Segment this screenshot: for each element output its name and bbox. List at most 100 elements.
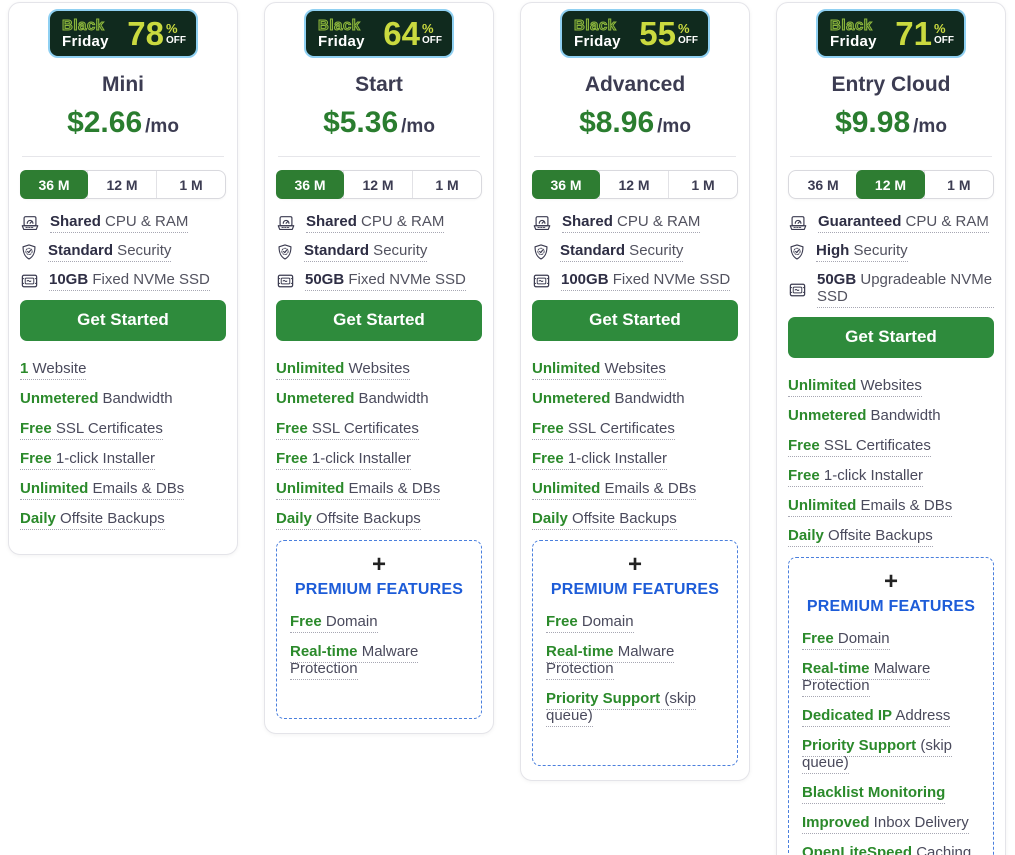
spec-text[interactable]: High Security bbox=[816, 242, 908, 262]
plan-name: Start bbox=[276, 73, 482, 97]
price-period: /mo bbox=[657, 116, 691, 137]
pricing-cards-row: Black Friday 78 % OFF Mini $2.66/mo 36 M… bbox=[0, 0, 1015, 855]
premium-feature-item: Free Domain bbox=[802, 630, 983, 647]
discount-percent-value: 71 bbox=[895, 17, 932, 50]
spec-text[interactable]: Standard Security bbox=[48, 242, 171, 262]
billing-term-selector: 36 M 12 M 1 M bbox=[276, 170, 482, 199]
spec-item: Shared CPU & RAM bbox=[276, 213, 482, 233]
term-12m-button[interactable]: 12 M bbox=[599, 171, 668, 198]
term-12m-button[interactable]: 12 M bbox=[87, 171, 156, 198]
term-36m-button[interactable]: 36 M bbox=[532, 170, 600, 199]
spec-text[interactable]: Standard Security bbox=[304, 242, 427, 262]
price-period: /mo bbox=[401, 116, 435, 137]
plan-price: $2.66/mo bbox=[20, 106, 226, 140]
price-amount: $2.66 bbox=[67, 106, 142, 139]
get-started-button[interactable]: Get Started bbox=[532, 300, 738, 341]
spec-text[interactable]: Standard Security bbox=[560, 242, 683, 262]
get-started-button[interactable]: Get Started bbox=[20, 300, 226, 341]
cpu-ram-icon bbox=[532, 215, 552, 232]
off-label: OFF bbox=[166, 36, 186, 46]
black-friday-badge: Black Friday 71 % OFF bbox=[816, 9, 966, 58]
black-friday-label: Black Friday bbox=[830, 18, 877, 49]
term-1m-button[interactable]: 1 M bbox=[156, 171, 225, 198]
spec-item: 10GB Fixed NVMe SSD bbox=[20, 271, 226, 291]
premium-feature-item: Improved Inbox Delivery bbox=[802, 814, 983, 831]
plan-card-start: Black Friday 64 % OFF Start $5.36/mo 36 … bbox=[264, 2, 494, 734]
spec-list: Shared CPU & RAM Standard Security 50GB … bbox=[276, 213, 482, 291]
plan-price: $5.36/mo bbox=[276, 106, 482, 140]
premium-features-box: + PREMIUM FEATURES Free Domain Real-time… bbox=[276, 540, 482, 719]
get-started-button[interactable]: Get Started bbox=[788, 317, 994, 358]
term-12m-button[interactable]: 12 M bbox=[343, 171, 412, 198]
spec-text[interactable]: Shared CPU & RAM bbox=[562, 213, 700, 233]
term-36m-button[interactable]: 36 M bbox=[20, 170, 88, 199]
price-amount: $9.98 bbox=[835, 106, 910, 139]
divider bbox=[22, 156, 224, 157]
spec-text[interactable]: 100GB Fixed NVMe SSD bbox=[561, 271, 730, 291]
term-1m-button[interactable]: 1 M bbox=[924, 171, 993, 198]
off-label: OFF bbox=[934, 36, 954, 46]
feature-item: Unlimited Emails & DBs bbox=[788, 497, 994, 514]
premium-features-title: PREMIUM FEATURES bbox=[543, 581, 727, 599]
feature-item: Unlimited Websites bbox=[276, 360, 482, 377]
discount-percent-value: 55 bbox=[639, 17, 676, 50]
divider bbox=[790, 156, 992, 157]
discount-percent-value: 64 bbox=[383, 17, 420, 50]
premium-feature-item: Free Domain bbox=[290, 613, 471, 630]
spec-text[interactable]: Shared CPU & RAM bbox=[50, 213, 188, 233]
spec-item: Guaranteed CPU & RAM bbox=[788, 213, 994, 233]
percent-sign: % bbox=[678, 22, 698, 35]
get-started-button[interactable]: Get Started bbox=[276, 300, 482, 341]
term-36m-button[interactable]: 36 M bbox=[276, 170, 344, 199]
ssd-storage-icon bbox=[788, 281, 807, 299]
discount-amount: 71 % OFF bbox=[895, 17, 954, 50]
premium-features-box: + PREMIUM FEATURES Free Domain Real-time… bbox=[788, 557, 994, 855]
premium-feature-item: Dedicated IP Address bbox=[802, 707, 983, 724]
premium-feature-item: Real-time Malware Protection bbox=[546, 643, 727, 677]
spec-item: 50GB Upgradeable NVMe SSD bbox=[788, 271, 994, 308]
feature-item: Free 1-click Installer bbox=[20, 450, 226, 467]
premium-features-title: PREMIUM FEATURES bbox=[287, 581, 471, 599]
term-1m-button[interactable]: 1 M bbox=[412, 171, 481, 198]
spec-text[interactable]: 10GB Fixed NVMe SSD bbox=[49, 271, 210, 291]
plan-price: $8.96/mo bbox=[532, 106, 738, 140]
plan-card-entry-cloud: Black Friday 71 % OFF Entry Cloud $9.98/… bbox=[776, 2, 1006, 855]
security-shield-icon bbox=[788, 243, 806, 261]
price-amount: $8.96 bbox=[579, 106, 654, 139]
term-12m-button[interactable]: 12 M bbox=[856, 170, 924, 199]
discount-amount: 78 % OFF bbox=[127, 17, 186, 50]
term-1m-button[interactable]: 1 M bbox=[668, 171, 737, 198]
spec-text[interactable]: 50GB Upgradeable NVMe SSD bbox=[817, 271, 994, 308]
feature-item: Free SSL Certificates bbox=[276, 420, 482, 437]
feature-item: Unlimited Websites bbox=[532, 360, 738, 377]
percent-sign: % bbox=[422, 22, 442, 35]
feature-item: Unmetered Bandwidth bbox=[20, 390, 226, 407]
spec-item: Shared CPU & RAM bbox=[532, 213, 738, 233]
badge-friday-text: Friday bbox=[830, 34, 877, 50]
feature-list: Unlimited Websites Unmetered Bandwidth F… bbox=[532, 360, 738, 527]
cpu-ram-icon bbox=[788, 215, 808, 232]
badge-black-text: Black bbox=[830, 18, 877, 34]
black-friday-badge: Black Friday 64 % OFF bbox=[304, 9, 454, 58]
badge-friday-text: Friday bbox=[318, 34, 365, 50]
black-friday-label: Black Friday bbox=[574, 18, 621, 49]
term-36m-button[interactable]: 36 M bbox=[789, 171, 857, 198]
spec-text[interactable]: Guaranteed CPU & RAM bbox=[818, 213, 989, 233]
plan-name: Mini bbox=[20, 73, 226, 97]
price-period: /mo bbox=[145, 116, 179, 137]
plus-icon: + bbox=[543, 553, 727, 577]
feature-item: Free SSL Certificates bbox=[532, 420, 738, 437]
badge-black-text: Black bbox=[62, 18, 109, 34]
spec-text[interactable]: 50GB Fixed NVMe SSD bbox=[305, 271, 466, 291]
percent-sign: % bbox=[934, 22, 954, 35]
badge-friday-text: Friday bbox=[574, 34, 621, 50]
spec-item: 50GB Fixed NVMe SSD bbox=[276, 271, 482, 291]
spec-item: Shared CPU & RAM bbox=[20, 213, 226, 233]
spec-text[interactable]: Shared CPU & RAM bbox=[306, 213, 444, 233]
feature-item: Unmetered Bandwidth bbox=[788, 407, 994, 424]
badge-black-text: Black bbox=[574, 18, 621, 34]
spec-list: Shared CPU & RAM Standard Security 10GB … bbox=[20, 213, 226, 291]
feature-list: 1 Website Unmetered Bandwidth Free SSL C… bbox=[20, 360, 226, 527]
feature-item: Daily Offsite Backups bbox=[20, 510, 226, 527]
feature-item: Daily Offsite Backups bbox=[788, 527, 994, 544]
